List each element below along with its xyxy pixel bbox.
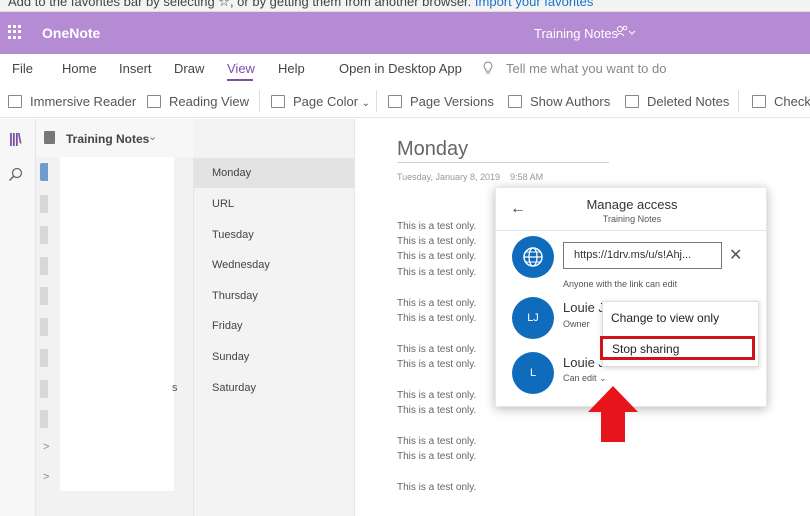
section-tab[interactable] — [40, 226, 48, 244]
note-text[interactable]: This is a test only. — [397, 221, 476, 232]
dialog-divider — [496, 230, 768, 231]
page-versions-button[interactable]: Page Versions — [388, 94, 494, 109]
note-text[interactable]: This is a test only. — [397, 344, 476, 355]
note-text[interactable]: This is a test only. — [397, 451, 476, 462]
ribbon-divider — [738, 90, 739, 112]
tab-draw[interactable]: Draw — [174, 61, 204, 76]
ribbon-toolbar: Immersive Reader Reading View Page Color… — [0, 86, 810, 118]
section-tab[interactable] — [40, 257, 48, 275]
notebook-icon — [44, 131, 55, 144]
tab-home[interactable]: Home — [62, 61, 97, 76]
red-arrow-annotation — [588, 386, 638, 447]
section-tab[interactable] — [40, 163, 48, 181]
note-text[interactable]: This is a test only. — [397, 298, 476, 309]
active-tab-indicator — [227, 79, 253, 81]
dialog-title: Manage access — [586, 197, 678, 212]
dialog-subtitle: Training Notes — [602, 214, 662, 224]
lightbulb-icon — [482, 61, 494, 78]
people-icon[interactable] — [615, 25, 636, 42]
note-text[interactable]: This is a test only. — [397, 405, 476, 416]
section-tab[interactable] — [40, 349, 48, 367]
avatar: LJ — [512, 297, 554, 339]
accessibility-icon — [752, 95, 766, 108]
tab-file[interactable]: File — [12, 61, 33, 76]
ribbon-divider — [259, 90, 260, 112]
immersive-reader-button[interactable]: Immersive Reader — [8, 94, 136, 109]
chevron-down-icon: ⌄ — [599, 373, 607, 383]
tab-view[interactable]: View — [227, 61, 255, 76]
section-tab[interactable] — [40, 380, 48, 398]
app-name[interactable]: OneNote — [42, 25, 100, 41]
favorites-bar-text: Add to the favorites bar by selecting ☆,… — [8, 0, 472, 9]
redacted-section-names — [60, 157, 174, 491]
page-item-thursday[interactable]: Thursday — [194, 281, 355, 311]
notebook-name: Training Notes — [66, 132, 150, 146]
search-icon[interactable] — [8, 167, 24, 186]
stop-sharing-option[interactable]: Stop sharing — [600, 336, 755, 360]
person-role: Owner — [563, 319, 590, 329]
chevron-down-icon: ⌄ — [361, 98, 371, 109]
notebook-title[interactable]: Training Notes — [534, 26, 618, 41]
deleted-notes-button[interactable]: Deleted Notes — [625, 94, 729, 109]
share-link-field[interactable]: https://1drv.ms/u/s!Ahj... — [563, 242, 722, 269]
notebook-header[interactable]: Training Notes ⌄ — [36, 119, 194, 157]
page-item-sunday[interactable]: Sunday — [194, 342, 355, 372]
note-text[interactable]: This is a test only. — [397, 251, 476, 262]
reading-view-button[interactable]: Reading View — [147, 94, 249, 109]
menu-bar: File Home Insert Draw View Help Open in … — [0, 54, 810, 84]
import-favorites-link[interactable]: Import your favorites — [475, 0, 594, 9]
tell-me-search[interactable]: Tell me what you want to do — [506, 61, 666, 76]
close-icon[interactable]: ✕ — [729, 245, 742, 265]
chevron-right-icon[interactable]: > — [43, 471, 49, 483]
show-authors-button[interactable]: Show Authors — [508, 94, 610, 109]
page-item-tuesday[interactable]: Tuesday — [194, 220, 355, 250]
section-tab[interactable] — [40, 287, 48, 305]
show-authors-icon — [508, 95, 522, 108]
section-label-fragment: s — [172, 382, 178, 394]
section-tab[interactable] — [40, 195, 48, 213]
app-header: OneNote Training Notes — [0, 12, 810, 54]
section-tab[interactable] — [40, 410, 48, 428]
note-text[interactable]: This is a test only. — [397, 359, 476, 370]
change-to-view-only-option[interactable]: Change to view only — [611, 311, 719, 325]
globe-icon — [512, 236, 554, 278]
title-underline — [397, 162, 609, 163]
chevron-down-icon: ⌄ — [148, 131, 158, 143]
app-launcher-icon[interactable] — [8, 25, 22, 39]
page-color-icon — [271, 95, 285, 108]
chevron-right-icon[interactable]: > — [43, 441, 49, 453]
immersive-reader-icon — [8, 95, 22, 108]
note-text[interactable]: This is a test only. — [397, 390, 476, 401]
note-text[interactable]: This is a test only. — [397, 267, 476, 278]
page-item-saturday[interactable]: Saturday — [194, 373, 355, 403]
ribbon-divider — [376, 90, 377, 112]
page-item-monday[interactable]: Monday — [194, 158, 355, 188]
tab-insert[interactable]: Insert — [119, 61, 152, 76]
section-tab[interactable] — [40, 318, 48, 336]
note-text[interactable]: This is a test only. — [397, 313, 476, 324]
favorites-bar: Add to the favorites bar by selecting ☆,… — [0, 0, 810, 12]
link-permission-text: Anyone with the link can edit — [563, 279, 678, 289]
page-timestamp: Tuesday, January 8, 2019 9:58 AM — [397, 172, 544, 182]
avatar: L — [512, 352, 554, 394]
trash-icon — [625, 95, 639, 108]
page-color-button[interactable]: Page Color ⌄ — [271, 94, 370, 109]
page-item-friday[interactable]: Friday — [194, 311, 355, 341]
page-versions-icon — [388, 95, 402, 108]
page-item-url[interactable]: URL — [194, 189, 355, 219]
manage-access-dialog: ← Manage access Training Notes https://1… — [495, 187, 768, 407]
tab-help[interactable]: Help — [278, 61, 305, 76]
permission-dropdown[interactable]: Can edit ⌄ — [563, 373, 607, 384]
person-name: Louie J — [563, 300, 605, 315]
note-text[interactable]: This is a test only. — [397, 482, 476, 493]
reading-view-icon — [147, 95, 161, 108]
note-text[interactable]: This is a test only. — [397, 236, 476, 247]
permission-menu: Change to view only Stop sharing — [600, 301, 759, 367]
note-text[interactable]: This is a test only. — [397, 436, 476, 447]
check-accessibility-button[interactable]: Check — [752, 94, 810, 109]
page-item-wednesday[interactable]: Wednesday — [194, 250, 355, 280]
open-desktop-app-button[interactable]: Open in Desktop App — [339, 61, 462, 76]
page-title[interactable]: Monday — [397, 138, 468, 161]
notebooks-library-icon[interactable]: |||\ — [9, 130, 22, 146]
